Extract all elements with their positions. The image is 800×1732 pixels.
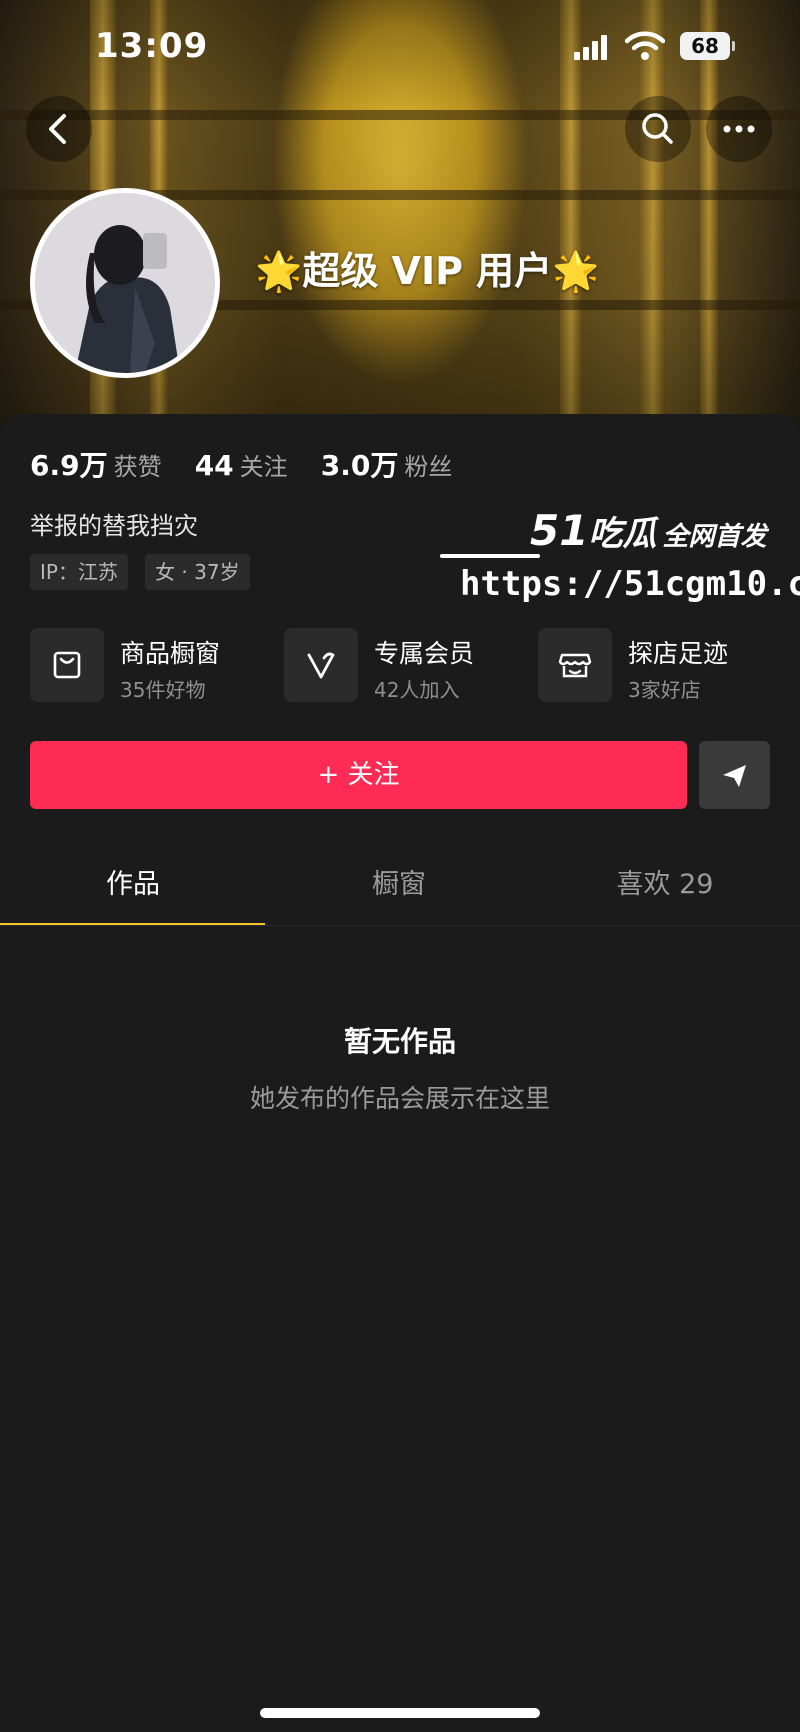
back-button[interactable] bbox=[26, 96, 92, 162]
feature-shop-window[interactable]: 商品橱窗 35件好物 bbox=[30, 628, 270, 704]
profile-tags: IP：江苏 女 · 37岁 bbox=[30, 554, 262, 590]
cellular-signal-icon bbox=[574, 34, 608, 60]
more-dots-icon bbox=[723, 125, 755, 133]
feature-entries: 商品橱窗 35件好物 专属会员 42人加入 探店足迹 3家好店 bbox=[30, 628, 780, 704]
follow-button[interactable]: + 关注 bbox=[30, 741, 687, 809]
vip-v-icon bbox=[307, 652, 335, 679]
profile-page: 13:09 68 🌟超级 VIP 用户🌟 6.9万 获赞 44 关注 3.0万 … bbox=[0, 0, 800, 1732]
watermark: 51吃瓜全网首发 https://51cgm10.com bbox=[440, 506, 800, 616]
avatar-photo bbox=[35, 193, 215, 373]
wifi-icon bbox=[625, 31, 665, 60]
profile-info-panel: 6.9万 获赞 44 关注 3.0万 粉丝 举报的替我挡灾 IP：江苏 女 · 37岁… bbox=[0, 414, 800, 1732]
chevron-left-icon bbox=[49, 114, 66, 144]
profile-stats: 6.9万 获赞 44 关注 3.0万 粉丝 bbox=[30, 444, 480, 484]
store-icon bbox=[558, 653, 592, 678]
gender-age-tag: 女 · 37岁 bbox=[145, 554, 250, 590]
search-button[interactable] bbox=[625, 96, 691, 162]
empty-state-title: 暂无作品 bbox=[343, 1025, 456, 1058]
feature-vip-membership[interactable]: 专属会员 42人加入 bbox=[284, 628, 524, 704]
tab-works[interactable]: 作品 bbox=[0, 844, 266, 926]
content-tabs: 作品 橱窗 喜欢 29 bbox=[0, 844, 800, 926]
shopping-bag-icon bbox=[53, 651, 81, 679]
profile-bio: 举报的替我挡灾 bbox=[30, 512, 198, 540]
ip-location-tag: IP：江苏 bbox=[30, 554, 128, 590]
watermark-logo: 51吃瓜 全网首发 bbox=[530, 506, 767, 555]
stat-followers[interactable]: 3.0万 粉丝 bbox=[321, 444, 453, 484]
home-indicator[interactable] bbox=[260, 1708, 540, 1718]
status-time: 13:09 bbox=[95, 26, 209, 66]
status-bar: 13:09 68 bbox=[0, 0, 800, 90]
stat-likes[interactable]: 6.9万 获赞 bbox=[30, 444, 162, 484]
stat-following[interactable]: 44 关注 bbox=[195, 447, 288, 482]
battery-indicator: 68 bbox=[680, 32, 735, 60]
feature-store-visits[interactable]: 探店足迹 3家好店 bbox=[538, 628, 778, 704]
send-icon bbox=[723, 765, 746, 787]
profile-nickname: 🌟超级 VIP 用户🌟 bbox=[255, 249, 600, 293]
tab-shop-window[interactable]: 橱窗 bbox=[266, 844, 532, 926]
more-options-button[interactable] bbox=[706, 96, 772, 162]
tab-likes[interactable]: 喜欢 29 bbox=[532, 844, 798, 926]
avatar[interactable] bbox=[30, 188, 220, 378]
search-icon bbox=[642, 113, 673, 144]
watermark-url: https://51cgm10.com bbox=[460, 564, 800, 604]
share-button[interactable] bbox=[699, 741, 770, 809]
empty-state-subtitle: 她发布的作品会展示在这里 bbox=[249, 1084, 550, 1113]
